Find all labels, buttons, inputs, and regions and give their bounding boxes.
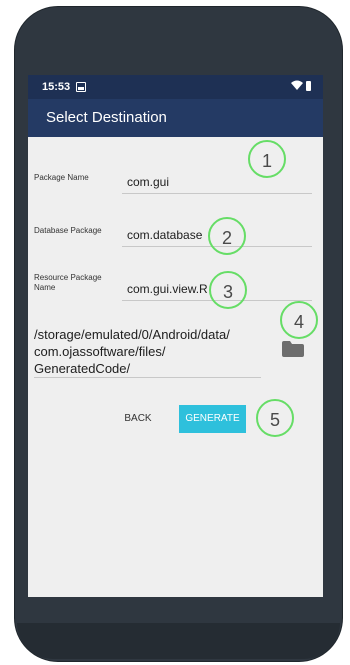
phone-bottom-bezel	[17, 623, 340, 659]
annotation-circle-1: 1	[248, 140, 286, 178]
package-name-input[interactable]: com.gui	[122, 170, 312, 194]
annotation-circle-4: 4	[280, 301, 318, 339]
form-content: Package Name com.gui Database Package co…	[28, 137, 323, 597]
output-path-line: GeneratedCode/	[34, 361, 131, 376]
annotation-circle-5: 5	[256, 399, 294, 437]
generate-button[interactable]: GENERATE	[179, 405, 246, 433]
app-bar: Select Destination	[28, 99, 323, 137]
annotation-circle-3: 3	[209, 271, 247, 309]
annotation-circle-2: 2	[208, 217, 246, 255]
image-icon	[76, 82, 86, 92]
output-path-line: com.ojassoftware/files/	[34, 344, 166, 359]
output-path-field[interactable]: /storage/emulated/0/Android/data/ com.oj…	[34, 326, 261, 378]
back-button[interactable]: BACK	[116, 405, 160, 433]
package-name-label: Package Name	[34, 173, 89, 182]
output-path-line: /storage/emulated/0/Android/data/	[34, 327, 230, 342]
folder-icon[interactable]	[282, 341, 304, 357]
database-package-label: Database Package	[34, 226, 102, 235]
resource-package-name-label: Resource Package Name	[34, 273, 102, 292]
status-bar: 15:53	[28, 75, 323, 99]
status-time: 15:53	[42, 81, 71, 93]
battery-icon	[306, 81, 311, 91]
wifi-icon	[291, 80, 303, 90]
page-title: Select Destination	[46, 109, 167, 126]
